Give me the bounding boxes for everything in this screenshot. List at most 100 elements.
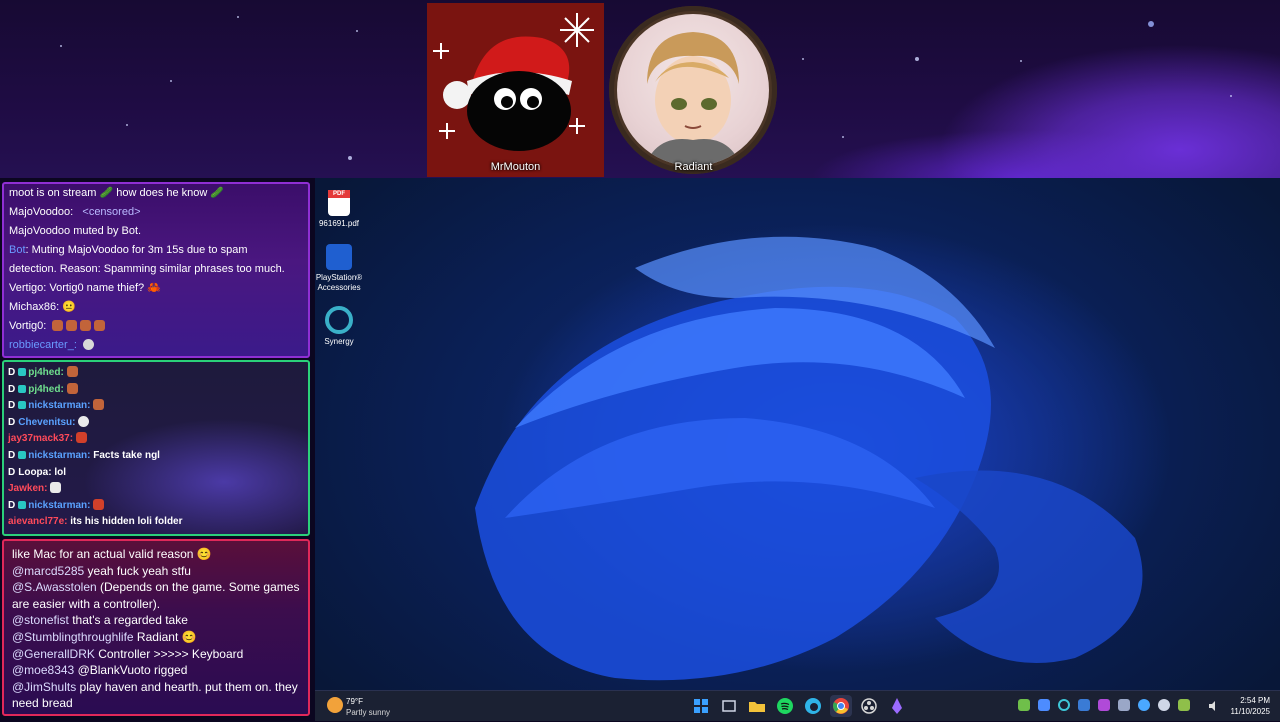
chat-message-text: Radiant 😊 [133, 629, 197, 644]
chat-message: Dnickstarman: [4, 498, 308, 515]
emote-icon [76, 432, 88, 444]
chat-message-text: Controller >>>>> Keyboard [94, 646, 244, 661]
chat-username[interactable]: Chevenitsu: [18, 417, 75, 428]
chat-mention[interactable]: @JimShults [12, 680, 76, 694]
chat-message: jay37mack37: [4, 431, 308, 448]
tray-app-icon[interactable] [1138, 699, 1150, 711]
taskbar-clock[interactable]: 2:54 PM 11/10/2025 [1231, 695, 1270, 717]
steam-icon[interactable] [1118, 699, 1130, 711]
start-icon[interactable] [690, 695, 712, 717]
stream-header-banner: MrMouton Radiant [0, 0, 1280, 178]
emote-icon [94, 320, 106, 331]
emote-icon [66, 320, 78, 331]
emote-icon [66, 366, 78, 377]
file-explorer-icon[interactable] [746, 695, 768, 717]
desktop-icon-playstation-accessories[interactable]: PlayStation® Accessories [315, 244, 366, 293]
chat-message-text: Vortig0: [9, 320, 47, 332]
cam-name-label: Radiant [674, 161, 713, 173]
desktop-icon-label: 961691.pdf [318, 219, 360, 228]
streamer-cam-mrmouton: MrMouton [427, 3, 604, 177]
clock-date: 11/10/2025 [1230, 707, 1270, 716]
chat-message: moot is on stream 🥒 how does he know 🥒 [4, 184, 308, 203]
chat-message-text: lol [54, 466, 67, 478]
subscriber-badge-icon [18, 401, 27, 410]
weather-condition: Partly sunny [346, 708, 391, 717]
chat-message: @JimShults play haven and hearth. put th… [12, 679, 302, 712]
tray-app-icon[interactable] [1178, 699, 1190, 711]
chat-mention[interactable]: @marcd5285 [12, 564, 84, 578]
chat-message-text: moot is on stream 🥒 how does he know 🥒 [9, 187, 225, 199]
chat-mention[interactable]: @Stumblingthroughlife [12, 630, 134, 644]
chat-panel-tertiary[interactable]: like Mac for an actual valid reason 😊 @m… [2, 539, 310, 716]
d-badge-icon: D [8, 367, 16, 378]
desktop-area[interactable]: PDF 961691.pdf PlayStation® Accessories … [315, 178, 1280, 690]
chat-message: like Mac for an actual valid reason 😊 [12, 546, 302, 563]
avatar-frame [609, 6, 777, 174]
d-badge-icon: D [8, 400, 16, 412]
chat-message: Michax86: 😐 [4, 298, 308, 317]
chat-username[interactable]: nickstarman: [28, 450, 90, 461]
chat-username[interactable]: aievancl77e: [8, 516, 68, 527]
partly-sunny-icon [327, 697, 343, 713]
emote-icon [78, 415, 90, 427]
d-badge-icon: D [8, 416, 16, 428]
anime-character-avatar [617, 14, 769, 166]
chat-username[interactable]: Loopa: [18, 467, 51, 478]
volume-icon[interactable] [1208, 699, 1220, 711]
tray-app-icon[interactable] [1158, 699, 1170, 711]
chat-username[interactable]: robbiecarter_: [9, 339, 77, 351]
chat-message-text: like Mac for an actual valid reason 😊 [12, 547, 212, 561]
chat-username[interactable]: nickstarman: [28, 500, 90, 511]
chat-mention[interactable]: @GenerallDRK [12, 647, 95, 661]
bloom-wallpaper [475, 236, 1143, 681]
desktop-icon-pdf[interactable]: PDF 961691.pdf [315, 181, 366, 229]
chat-panel-primary[interactable]: moot is on stream 🥒 how does he know 🥒 M… [2, 182, 310, 358]
tray-app-icon[interactable] [1018, 699, 1030, 711]
chat-message: robbiecarter_: [4, 336, 308, 355]
app-icon[interactable] [886, 695, 908, 717]
desktop-icon-synergy[interactable]: Synergy [315, 306, 366, 347]
d-badge-icon: D [8, 383, 16, 395]
chat-message: D Chevenitsu: [4, 415, 308, 432]
chat-mention[interactable]: @moe8343 [12, 663, 74, 677]
tray-app-icon[interactable] [1098, 699, 1110, 711]
chrome-icon[interactable] [830, 695, 852, 717]
d-badge-icon: D [8, 466, 16, 478]
chat-mention[interactable]: @S.Awasstolen [12, 580, 97, 594]
chat-message-text: that's a regarded take [68, 613, 188, 628]
chat-message: @stonefist that's a regarded take [12, 612, 302, 629]
chat-message-text: <censored> [82, 206, 141, 218]
chat-message-text: detection. Reason: Spamming similar phra… [9, 263, 285, 275]
subscriber-badge-icon [18, 500, 27, 509]
chat-message-text: Michax86: 😐 [9, 301, 76, 313]
chat-username[interactable]: Jawken: [8, 483, 47, 494]
chat-message: Bot: Muting MajoVoodoo for 3m 15s due to… [4, 241, 308, 260]
chat-username[interactable]: pj4hed: [28, 384, 64, 395]
chat-mention[interactable]: @stonefist [12, 613, 69, 627]
subscriber-badge-icon [18, 450, 27, 459]
chat-message: @Stumblingthroughlife Radiant 😊 [12, 629, 302, 646]
tray-app-icon[interactable] [1038, 699, 1050, 711]
chat-message: Dpj4hed: [4, 365, 308, 382]
task-view-icon[interactable] [718, 695, 740, 717]
tray-app-icon[interactable] [1058, 699, 1070, 711]
obs-icon[interactable] [858, 695, 880, 717]
chat-username[interactable]: Bot [9, 244, 26, 256]
tray-app-icon[interactable] [1078, 699, 1090, 711]
emote-icon [93, 498, 105, 510]
chat-message-text: : Muting MajoVoodoo for 3m 15s due to sp… [25, 244, 248, 256]
chat-message: @GenerallDRK Controller >>>>> Keyboard [12, 646, 302, 663]
chat-message: Vertigo: Vortig0 name thief? 🦀 [4, 279, 308, 298]
chat-username[interactable]: MajoVoodoo: [9, 206, 73, 218]
system-tray [1018, 699, 1190, 713]
chat-message-text: its his hidden loli folder [70, 516, 183, 528]
chat-username[interactable]: pj4hed: [28, 367, 64, 378]
spotify-icon[interactable] [774, 695, 796, 717]
cam-name-label: MrMouton [490, 161, 541, 173]
chat-panel-secondary[interactable]: Dpj4hed: Dpj4hed: Dnickstarman: D Cheveni… [2, 360, 310, 536]
d-badge-icon: D [8, 499, 16, 511]
chat-username[interactable]: nickstarman: [28, 400, 90, 411]
chat-message-text: @BlankVuoto rigged [74, 663, 188, 678]
chat-username[interactable]: jay37mack37: [8, 433, 73, 444]
edge-icon[interactable] [802, 695, 824, 717]
